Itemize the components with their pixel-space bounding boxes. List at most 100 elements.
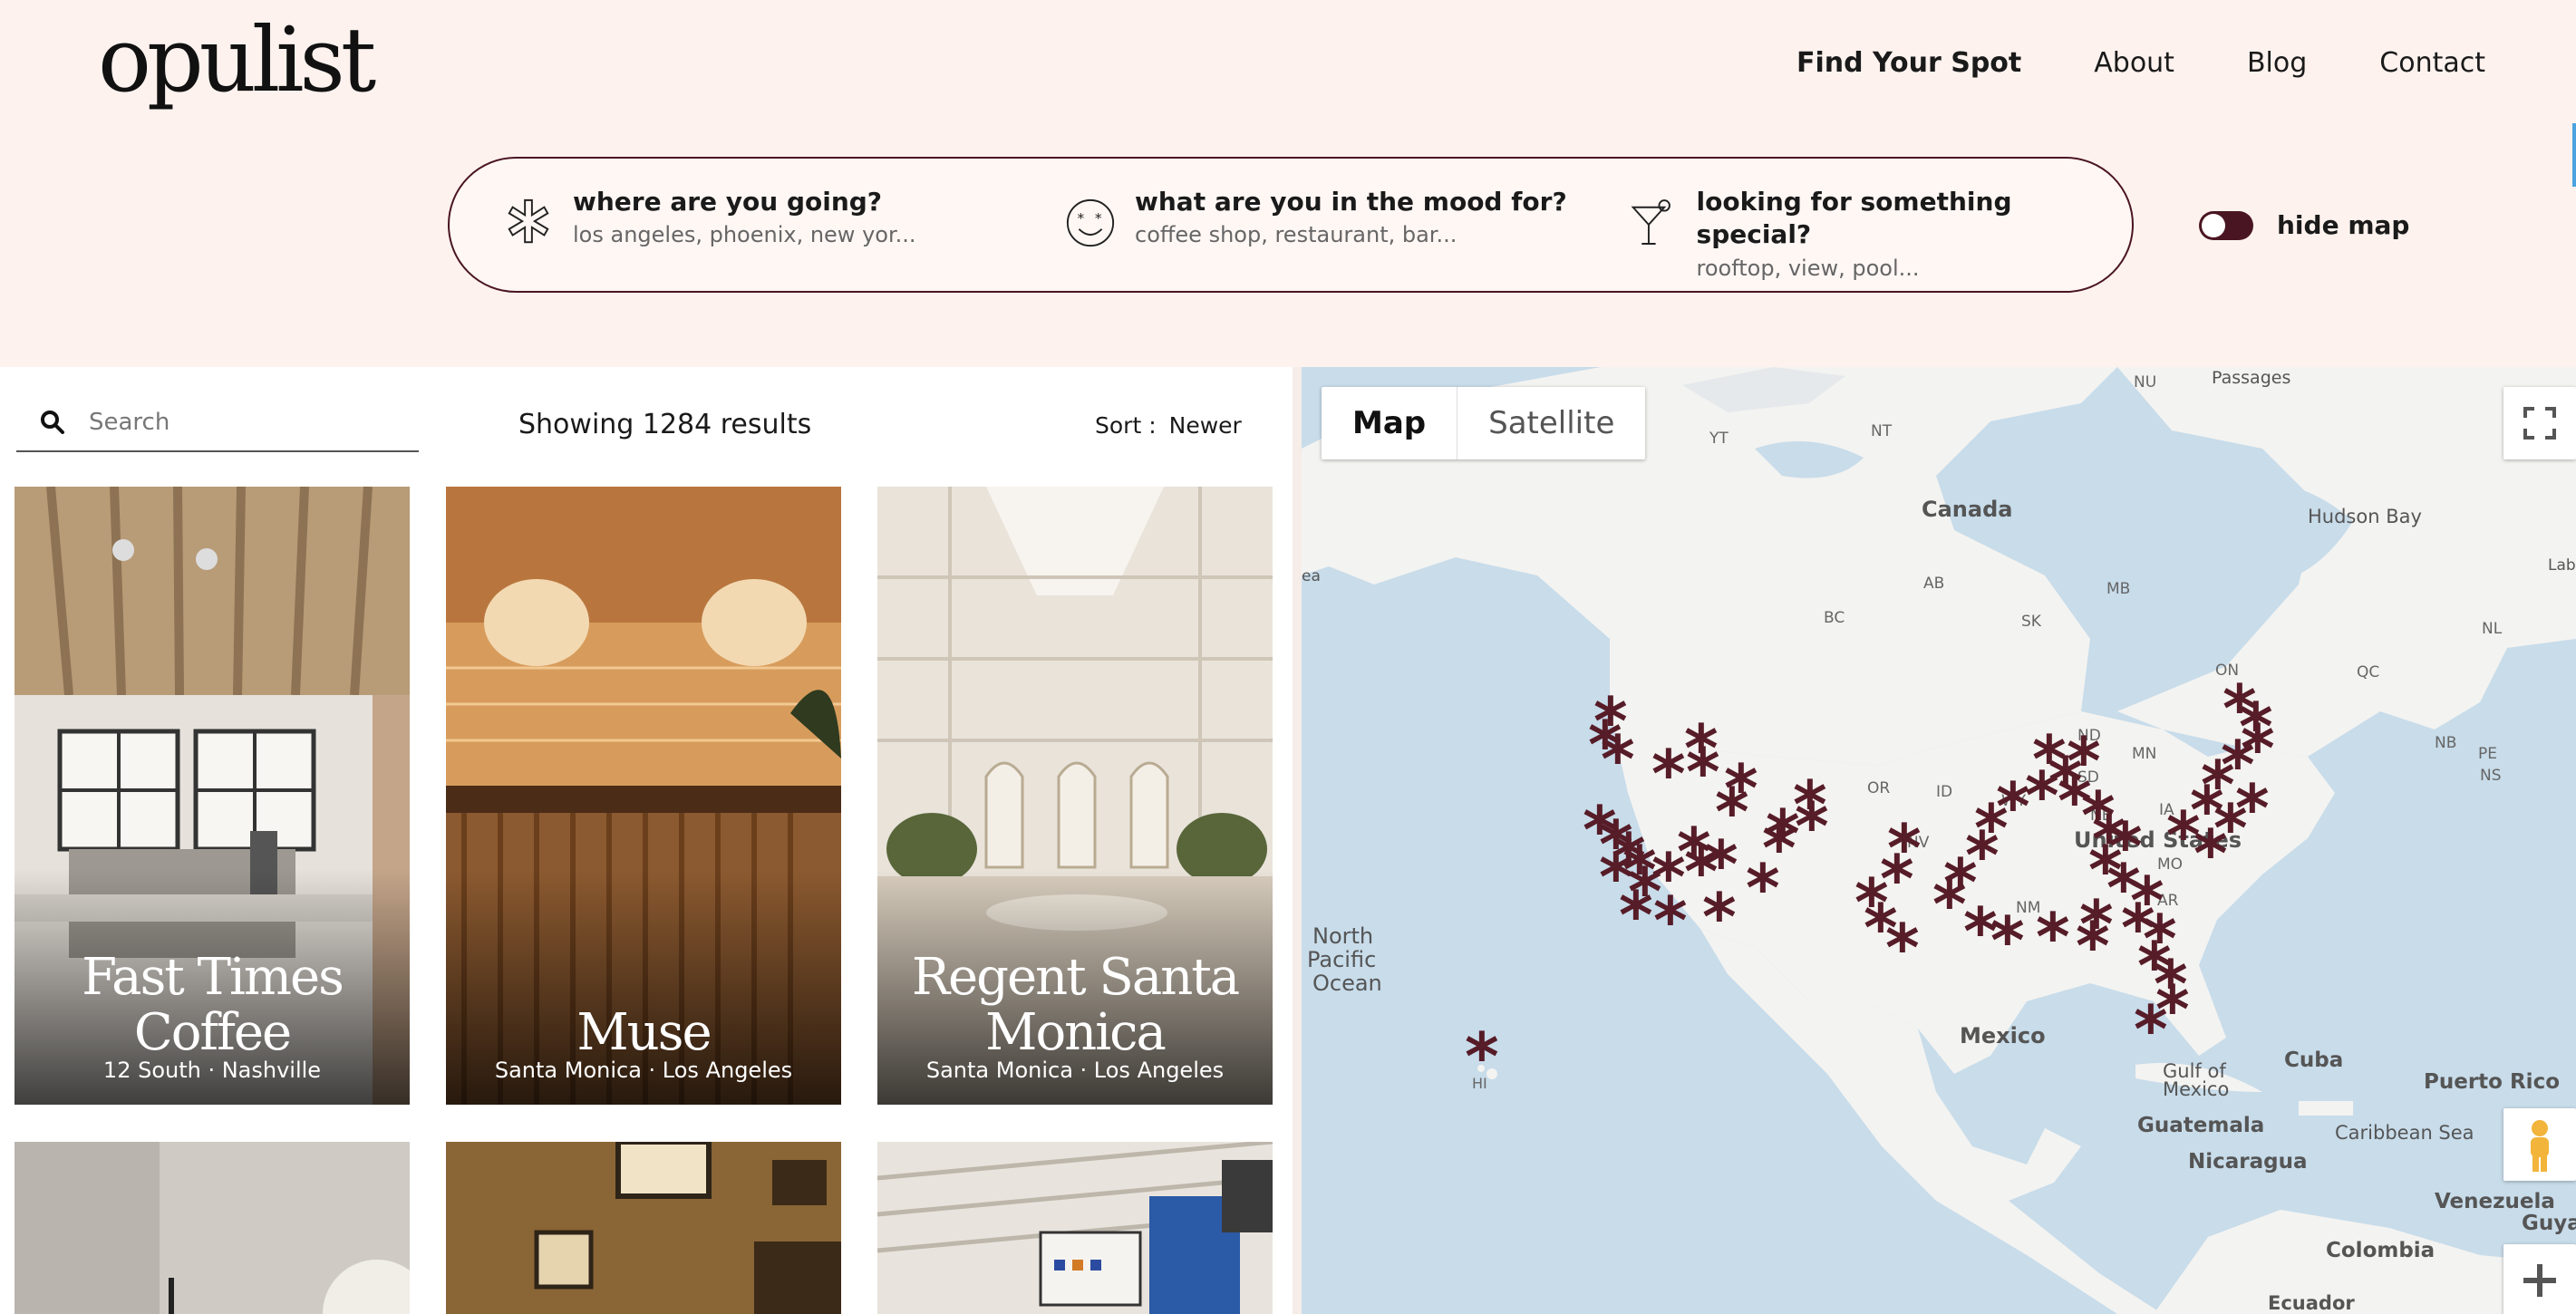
results-panel: Showing 1284 results Sort : Newer bbox=[0, 367, 1298, 1314]
card-photo bbox=[446, 1142, 841, 1314]
location-marker[interactable]: * bbox=[2036, 899, 2070, 975]
map-label-id: ID bbox=[1936, 783, 1952, 801]
map-label-guyana: Guyana bbox=[2522, 1212, 2576, 1235]
map-label-nu: NU bbox=[2134, 373, 2156, 391]
street-view-button[interactable] bbox=[2503, 1108, 2576, 1181]
map-label-mb: MB bbox=[2106, 580, 2130, 598]
cocktail-icon bbox=[1631, 199, 1671, 245]
search-bar: where are you going? los angeles, phoeni… bbox=[448, 157, 2134, 293]
result-card[interactable] bbox=[877, 1142, 1273, 1314]
map-label-yt: YT bbox=[1709, 430, 1729, 448]
search-input[interactable] bbox=[87, 408, 417, 437]
map-label-venezuela: Venezuela bbox=[2435, 1190, 2555, 1213]
map-label-or: OR bbox=[1867, 779, 1890, 797]
map-label-caribbean-sea: Caribbean Sea bbox=[2335, 1122, 2474, 1144]
map-label-ab: AB bbox=[1923, 575, 1944, 593]
map-label-qc: QC bbox=[2357, 663, 2379, 681]
svg-text:*: * bbox=[1095, 210, 1102, 227]
results-count: Showing 1284 results bbox=[518, 409, 812, 440]
smiley-icon: * * bbox=[1066, 198, 1115, 247]
card-location: 12 South · Nashville bbox=[102, 1058, 322, 1083]
result-card[interactable]: Muse Santa Monica · Los Angeles bbox=[446, 487, 841, 1105]
card-title: Muse bbox=[576, 1003, 712, 1063]
map-label-ocean: Ocean bbox=[1312, 971, 1382, 996]
nav-blog[interactable]: Blog bbox=[2247, 47, 2307, 79]
map-type-toggle: Map Satellite bbox=[1322, 387, 1646, 459]
nav-about[interactable]: About bbox=[2094, 47, 2174, 79]
map-label-ea: ea bbox=[1302, 567, 1321, 585]
location-marker[interactable]: * bbox=[1724, 750, 1758, 826]
location-marker[interactable]: * bbox=[1601, 721, 1635, 797]
result-card[interactable]: Fast Times Coffee 12 South · Nashville bbox=[15, 487, 410, 1105]
location-marker[interactable]: * bbox=[1885, 910, 1920, 986]
location-marker[interactable]: * bbox=[1465, 1019, 1499, 1095]
special-placeholder: rooftop, view, pool... bbox=[1696, 255, 1920, 281]
location-marker[interactable]: * bbox=[1762, 810, 1796, 886]
scroll-edge-indicator bbox=[2572, 123, 2576, 187]
hide-map-toggle[interactable] bbox=[2199, 210, 2253, 240]
card-photo bbox=[877, 1142, 1273, 1314]
map-label-bc: BC bbox=[1824, 609, 1845, 627]
plus-icon bbox=[2523, 1264, 2556, 1297]
map-panel[interactable]: Canada Hudson Bay United States Mexico C… bbox=[1302, 367, 2576, 1314]
hide-map-control: hide map bbox=[2199, 210, 2409, 240]
logo[interactable]: opulist bbox=[98, 16, 376, 105]
location-marker[interactable]: * bbox=[1651, 736, 1686, 812]
map-canvas[interactable]: Canada Hudson Bay United States Mexico C… bbox=[1302, 367, 2576, 1314]
location-placeholder: los angeles, phoenix, new yor... bbox=[573, 222, 916, 248]
fullscreen-button[interactable] bbox=[2503, 387, 2576, 459]
map-label-cuba: Cuba bbox=[2284, 1048, 2343, 1072]
sort-label: Sort : bbox=[1095, 412, 1157, 439]
map-label-nb: NB bbox=[2435, 734, 2456, 752]
card-title: Fast Times Coffee bbox=[82, 947, 344, 1063]
map-label-nt: NT bbox=[1871, 422, 1893, 440]
svg-text:*: * bbox=[1078, 210, 1085, 227]
card-title: Regent Santa Monica bbox=[911, 947, 1240, 1063]
map-label-nl: NL bbox=[2482, 620, 2503, 638]
location-marker[interactable]: * bbox=[1653, 883, 1688, 959]
nav-find-your-spot[interactable]: Find Your Spot bbox=[1796, 47, 2021, 79]
map-label-mn: MN bbox=[2132, 745, 2156, 763]
map-label-passages: Passages bbox=[2212, 368, 2290, 388]
map-label-nicaragua: Nicaragua bbox=[2188, 1150, 2308, 1174]
zoom-in-button[interactable] bbox=[2503, 1244, 2576, 1314]
special-title: looking for something special? bbox=[1696, 187, 2012, 250]
map-tab-map[interactable]: Map bbox=[1322, 387, 1458, 459]
search-icon bbox=[41, 411, 64, 434]
map-label-hudson-bay: Hudson Bay bbox=[2308, 506, 2422, 527]
nav-contact[interactable]: Contact bbox=[2379, 47, 2485, 79]
map-label-guatemala: Guatemala bbox=[2137, 1114, 2264, 1137]
map-label-colombia: Colombia bbox=[2326, 1239, 2435, 1262]
fullscreen-icon bbox=[2523, 407, 2556, 440]
result-card[interactable]: Regent Santa Monica Santa Monica · Los A… bbox=[877, 487, 1273, 1105]
panel-divider[interactable] bbox=[1293, 367, 1302, 1314]
result-card[interactable] bbox=[15, 1142, 410, 1314]
map-label-ns: NS bbox=[2480, 767, 2502, 785]
special-search[interactable]: looking for something special? rooftop, … bbox=[1626, 186, 2132, 281]
mood-search[interactable]: * * what are you in the mood for? coffee… bbox=[1064, 186, 1567, 249]
map-tab-satellite[interactable]: Satellite bbox=[1457, 387, 1645, 459]
location-marker[interactable]: * bbox=[2134, 991, 2168, 1068]
sort-control[interactable]: Sort : Newer bbox=[1095, 412, 1242, 439]
location-marker[interactable]: * bbox=[1702, 879, 1737, 955]
map-label-ecuador: Ecuador bbox=[2268, 1292, 2355, 1314]
map-label-canada: Canada bbox=[1922, 497, 2012, 522]
location-marker[interactable]: * bbox=[1793, 767, 1827, 843]
results-search bbox=[16, 394, 419, 452]
sort-value[interactable]: Newer bbox=[1169, 412, 1242, 439]
main-nav: Find Your Spot About Blog Contact bbox=[1796, 47, 2485, 79]
map-label-puerto-rico: Puerto Rico bbox=[2424, 1070, 2560, 1094]
location-marker[interactable]: * bbox=[2235, 770, 2270, 846]
location-marker[interactable]: * bbox=[1619, 877, 1653, 953]
location-marker[interactable]: * bbox=[1963, 894, 1998, 970]
result-card[interactable] bbox=[446, 1142, 841, 1314]
mood-title: what are you in the mood for? bbox=[1135, 187, 1567, 217]
card-location: Santa Monica · Los Angeles bbox=[494, 1058, 793, 1083]
hide-map-label: hide map bbox=[2277, 210, 2410, 240]
location-search[interactable]: where are you going? los angeles, phoeni… bbox=[502, 186, 916, 249]
location-marker[interactable]: * bbox=[2076, 908, 2110, 984]
map-label-mexico: Mexico bbox=[1960, 1023, 2046, 1048]
card-photo bbox=[15, 1142, 410, 1314]
map-label-sk: SK bbox=[2021, 613, 2042, 631]
asterisk-icon bbox=[508, 198, 549, 244]
